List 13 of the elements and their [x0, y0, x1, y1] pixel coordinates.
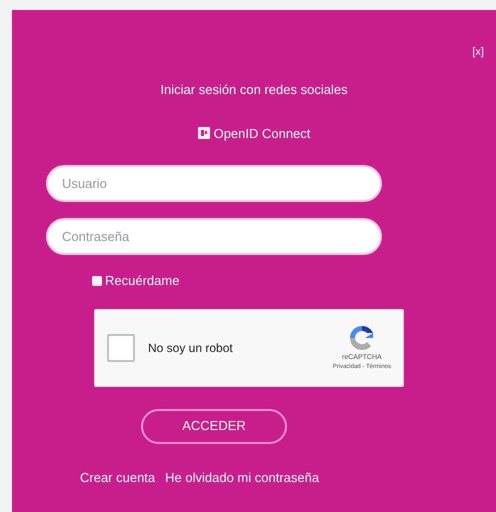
social-login-title: Iniciar sesión con redes sociales — [160, 81, 348, 99]
create-account-link[interactable]: Crear cuenta — [80, 468, 156, 487]
recaptcha-label: No soy un robot — [148, 340, 233, 356]
recaptcha-checkbox[interactable] — [107, 334, 135, 362]
close-button[interactable]: [x] — [472, 44, 484, 60]
forgot-password-link[interactable]: He olvidado mi contraseña — [165, 468, 320, 487]
openid-connect-button[interactable]: OpenID Connect — [198, 124, 310, 143]
remember-checkbox[interactable] — [92, 276, 102, 286]
login-button[interactable]: ACCEDER — [141, 408, 287, 444]
remember-label: Recuérdame — [105, 272, 180, 290]
password-field[interactable]: Contraseña — [46, 218, 382, 255]
username-field[interactable]: Usuario — [46, 165, 382, 202]
openid-icon — [198, 127, 210, 140]
